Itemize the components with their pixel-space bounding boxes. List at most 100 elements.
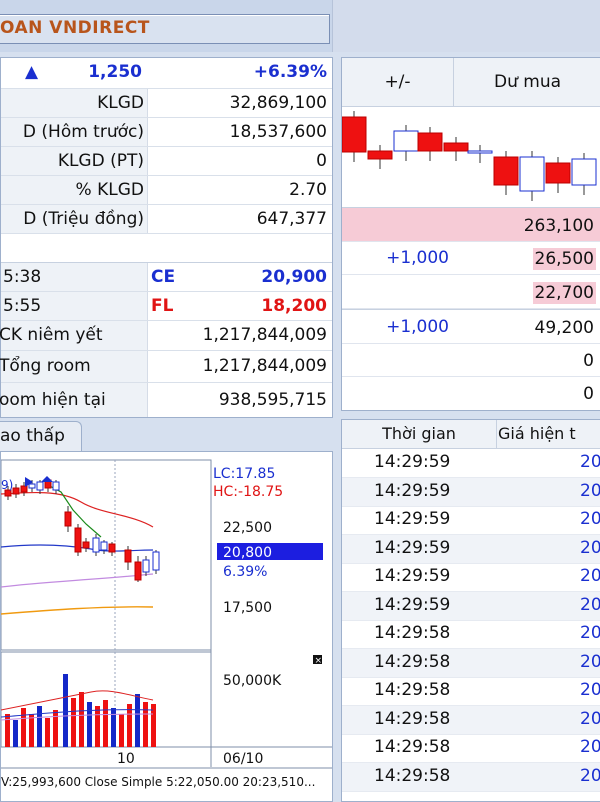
orderbook-panel: +/- Dư mua 263,100 +1,000 26,500 22,700 …: [341, 57, 600, 411]
fl-value: 18,200: [261, 296, 327, 316]
y-tick-label: 17,500: [223, 600, 272, 616]
trade-price: 20: [580, 509, 600, 529]
y-tick-label: 22,500: [223, 520, 272, 536]
trade-price: 20: [580, 737, 600, 757]
trade-time: 14:29:58: [374, 680, 451, 700]
trade-time: 14:29:59: [374, 509, 451, 529]
hc-label: HC:-18.75: [213, 484, 283, 500]
current-price-label: 20,800: [223, 545, 272, 561]
col-gia-hien-tai: Giá hiện t: [498, 424, 576, 443]
room-row: oom hiện tại 938,595,715: [0, 383, 332, 417]
price-chart-panel: LC:17.85 HC:-18.75 22,500 20,800 6.39% 1…: [0, 451, 333, 802]
col-thoi-gian: Thời gian: [382, 424, 456, 443]
volume-bar: [63, 674, 68, 747]
candle-body: [124, 549, 132, 563]
trade-price: 20: [580, 594, 600, 615]
change-value: 1,250: [88, 62, 142, 82]
candle-body: [12, 487, 20, 495]
trade-price: 20: [580, 708, 600, 729]
volume-bar: [103, 700, 108, 747]
stock-info-panel: ▲ 1,250 +6.39% KLGD 32,869,100 D (Hôm trư…: [0, 57, 333, 418]
spacer-row: [1, 234, 332, 263]
volume-bar: [71, 698, 76, 747]
orderbook-row: 0: [342, 343, 600, 377]
candle-body: [20, 485, 28, 493]
candle-body: [52, 481, 60, 491]
volume-bar: [21, 708, 26, 747]
table-row: 14:29:58 20: [342, 677, 600, 706]
mini-candle-body: [393, 130, 419, 152]
trade-price: 20: [580, 623, 600, 643]
change-percent: +6.39%: [253, 62, 327, 82]
table-row: 14:29:58 20: [342, 620, 600, 649]
close-icon-glyph: ×: [315, 656, 323, 666]
tab-cao-thap-label: ao thấp: [0, 426, 65, 446]
candle-body: [134, 561, 142, 581]
trades-table: Thời gian Giá hiện t 14:29:59 20 14:29:59 2…: [341, 419, 600, 802]
price-change-row: ▲ 1,250 +6.39%: [1, 58, 332, 89]
mini-candle-body: [571, 158, 597, 186]
table-row: 14:29:58 20: [342, 762, 600, 792]
trades-header: Thời gian Giá hiện t: [342, 420, 600, 449]
trade-time: 14:29:58: [374, 651, 451, 672]
ce-row: 5:38 CE 20,900: [1, 263, 332, 292]
trade-time: 14:29:59: [374, 452, 451, 472]
candle-body: [64, 511, 72, 527]
trade-time: 14:29:59: [374, 537, 451, 558]
table-row: 14:29:58 20: [342, 648, 600, 678]
candlestick-chart: LC:17.85 HC:-18.75 22,500 20,800 6.39% 1…: [1, 459, 332, 789]
table-row: 14:29:59 20: [342, 534, 600, 564]
room-row: CK niêm yết 1,217,844,009: [0, 321, 332, 351]
mini-candle-body: [342, 116, 367, 153]
mini-candle-body: [417, 132, 443, 152]
volume-bar: [13, 720, 18, 747]
col-diff: +/-: [342, 58, 454, 106]
trade-time: 14:29:58: [374, 623, 451, 643]
volume-bar: [119, 714, 124, 747]
trade-time: 14:29:59: [374, 594, 451, 615]
trade-price: 20: [580, 680, 600, 700]
orderbook-row: 263,100: [342, 207, 600, 242]
trade-price: 20: [580, 452, 600, 472]
volume-bar: [53, 710, 58, 747]
legend-top-label: 9): [1, 478, 13, 492]
fl-label: FL: [151, 296, 174, 316]
orderbook-header: +/- Dư mua: [342, 58, 600, 107]
trade-time: 14:29:59: [374, 566, 451, 586]
up-arrow-icon: ▲: [25, 62, 39, 82]
orderbook-row: 0: [583, 384, 594, 404]
table-row: 14:29:59 20: [342, 477, 600, 507]
volume-bar: [29, 714, 34, 747]
current-pct-label: 6.39%: [223, 564, 267, 580]
room-row: Tổng room 1,217,844,009: [0, 351, 332, 383]
info-row: % KLGD 2.70: [1, 176, 332, 205]
mini-candle-body: [467, 150, 493, 154]
col-du-mua: Dư mua: [493, 72, 562, 92]
info-row: KLGD (PT) 0: [1, 147, 332, 176]
title-bar-right: [332, 0, 600, 52]
candle-body: [74, 527, 82, 553]
page-title: OAN VNDIRECT: [0, 18, 150, 38]
info-row: D (Triệu đồng) 647,377: [1, 205, 332, 234]
table-row: 14:29:58 20: [342, 734, 600, 763]
chart-footer: V:25,993,600 Close Simple 5:22,050.00 20…: [1, 775, 315, 789]
orderbook-row: +1,000 26,500: [342, 241, 600, 275]
table-row: 14:29:59 20: [342, 591, 600, 621]
mini-candle-body: [367, 150, 393, 160]
volume-bar: [79, 692, 84, 747]
mini-candle-chart: [342, 111, 597, 201]
candle-body: [100, 541, 108, 551]
mini-candle-body: [545, 162, 571, 184]
table-row: 14:29:59 20: [342, 449, 600, 478]
trade-time: 14:29:58: [374, 708, 451, 729]
trade-price: 20: [580, 480, 600, 501]
volume-bar: [127, 704, 132, 747]
volume-tick-label: 50,000K: [223, 673, 282, 689]
candle-body: [108, 543, 116, 553]
ce-value: 20,900: [261, 267, 327, 287]
trade-price: 20: [580, 651, 600, 672]
volume-bar: [135, 694, 140, 747]
trade-time: 14:29:58: [374, 765, 451, 786]
volume-bar: [87, 702, 92, 747]
volume-bar: [95, 706, 100, 747]
